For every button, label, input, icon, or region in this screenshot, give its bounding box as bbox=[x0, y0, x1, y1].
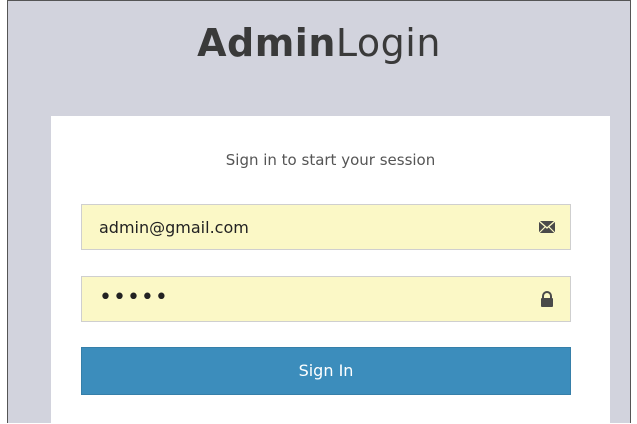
password-value: ••••• bbox=[99, 285, 169, 310]
password-field[interactable]: ••••• bbox=[81, 276, 571, 322]
app-logo: AdminLogin bbox=[8, 19, 630, 67]
lock-icon bbox=[538, 291, 556, 307]
envelope-icon bbox=[538, 219, 556, 235]
email-field[interactable]: admin@gmail.com bbox=[81, 204, 571, 250]
login-box-message: Sign in to start your session bbox=[225, 151, 436, 169]
email-value: admin@gmail.com bbox=[99, 218, 249, 237]
login-page: AdminLogin Sign in to start your session… bbox=[7, 0, 631, 424]
logo-bold-text: Admin bbox=[197, 21, 336, 65]
sign-in-button[interactable]: Sign In bbox=[81, 347, 571, 395]
logo-light-text: Login bbox=[335, 21, 441, 65]
login-box: Sign in to start your session admin@gmai… bbox=[51, 116, 610, 424]
